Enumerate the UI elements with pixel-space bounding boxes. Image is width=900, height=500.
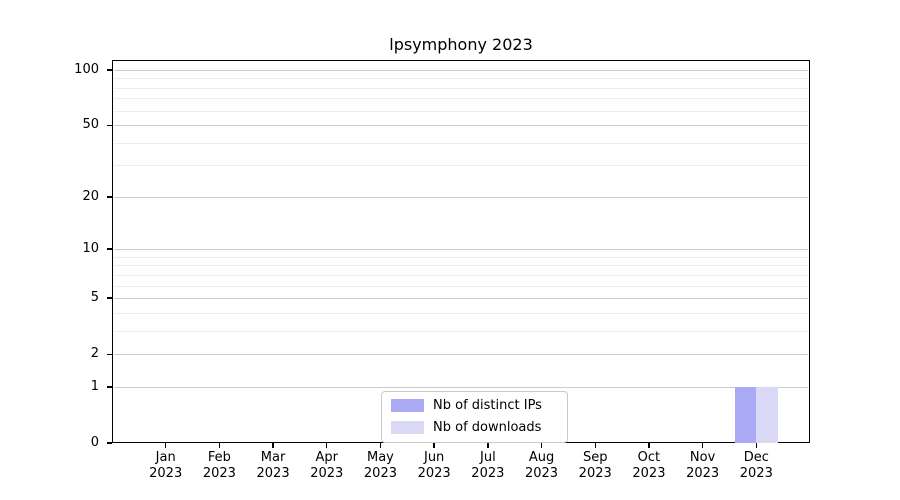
x-tick-mark bbox=[594, 443, 596, 448]
y-tick-mark bbox=[107, 69, 112, 71]
y-tick-mark bbox=[107, 442, 112, 444]
x-tick-mark bbox=[648, 443, 650, 448]
gridline-minor bbox=[114, 331, 808, 332]
y-tick-mark bbox=[107, 124, 112, 126]
gridline-major bbox=[114, 125, 808, 126]
gridline-minor bbox=[114, 98, 808, 99]
gridline-minor bbox=[114, 265, 808, 266]
plot-area bbox=[112, 60, 810, 443]
legend-label: Nb of downloads bbox=[433, 420, 542, 435]
gridline-major bbox=[114, 387, 808, 388]
gridline-minor bbox=[114, 165, 808, 166]
y-tick-mark bbox=[107, 353, 112, 355]
y-tick-label: 1 bbox=[90, 378, 99, 394]
gridline-major bbox=[114, 197, 808, 198]
x-tick-mark bbox=[326, 443, 328, 448]
y-tick-label: 50 bbox=[82, 117, 99, 133]
gridline-major bbox=[114, 298, 808, 299]
y-tick-mark bbox=[107, 248, 112, 250]
gridline-major bbox=[114, 70, 808, 71]
x-tick-mark bbox=[701, 443, 704, 448]
x-tick-label-line: Dec bbox=[743, 450, 769, 465]
y-tick-label: 20 bbox=[82, 188, 99, 204]
bar-nb-of-downloads bbox=[756, 386, 778, 443]
gridline-minor bbox=[114, 143, 808, 144]
x-tick-mark bbox=[755, 443, 757, 448]
x-tick-mark bbox=[164, 443, 167, 448]
x-tick-mark bbox=[487, 443, 489, 448]
legend-swatch-icon bbox=[391, 421, 424, 434]
gridline-minor bbox=[114, 286, 808, 287]
chart-figure: lpsymphony 2023 Nb of distinct IPs Nb of … bbox=[0, 0, 900, 500]
gridline-minor bbox=[114, 275, 808, 276]
gridline-minor bbox=[114, 88, 808, 89]
legend-label: Nb of distinct IPs bbox=[433, 398, 542, 413]
x-tick-mark bbox=[433, 443, 435, 448]
gridline-minor bbox=[114, 78, 808, 79]
legend-row: Nb of distinct IPs bbox=[391, 398, 557, 413]
y-tick-label: 10 bbox=[82, 241, 99, 257]
y-tick-mark bbox=[107, 386, 112, 388]
x-tick-mark bbox=[218, 443, 221, 448]
x-tick-mark bbox=[272, 443, 274, 448]
bar-nb-of-distinct-ips bbox=[734, 386, 757, 443]
gridline-minor bbox=[114, 111, 808, 112]
x-tick-mark bbox=[540, 443, 543, 448]
y-tick-mark bbox=[107, 297, 112, 299]
x-tick-mark bbox=[379, 443, 382, 448]
legend: Nb of distinct IPs Nb of downloads bbox=[381, 391, 568, 443]
y-tick-mark bbox=[107, 196, 112, 198]
gridline-major bbox=[114, 354, 808, 355]
gridline-minor bbox=[114, 257, 808, 258]
legend-swatch-icon bbox=[391, 399, 424, 412]
x-tick-label-line: 2023 bbox=[739, 465, 773, 481]
y-tick-label: 0 bbox=[90, 435, 99, 450]
y-tick-label: 100 bbox=[74, 62, 99, 77]
gridline-minor bbox=[114, 313, 808, 314]
legend-row: Nb of downloads bbox=[391, 420, 557, 435]
chart-title: lpsymphony 2023 bbox=[389, 35, 533, 54]
x-tick-label: Dec 2023 bbox=[724, 450, 788, 481]
y-tick-label: 5 bbox=[90, 290, 99, 306]
gridline-major bbox=[114, 249, 808, 250]
y-tick-label: 2 bbox=[90, 346, 99, 362]
